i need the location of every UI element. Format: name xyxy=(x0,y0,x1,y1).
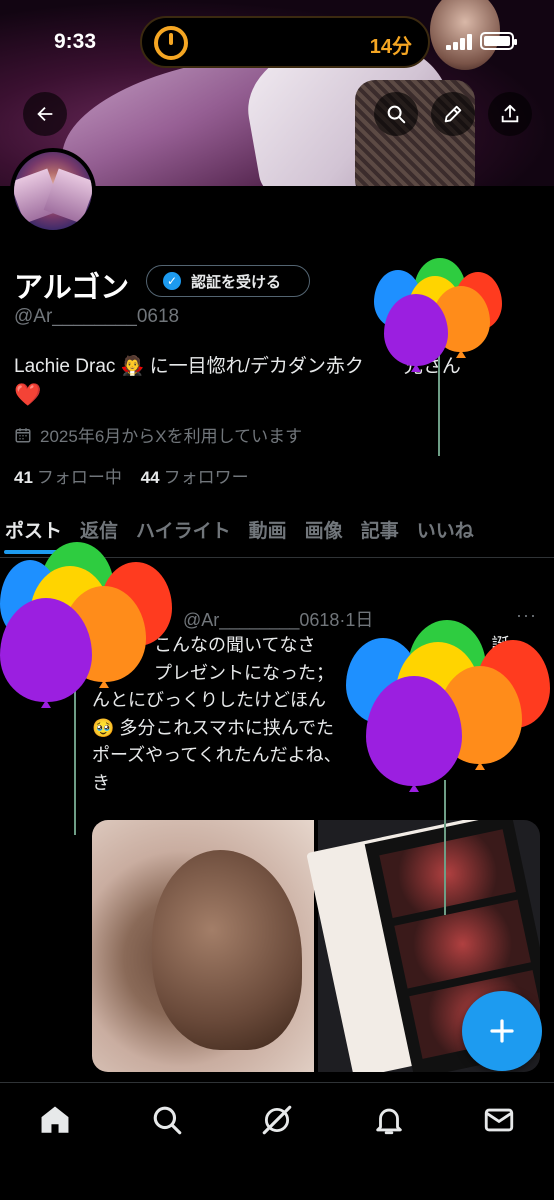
timer-icon xyxy=(154,26,188,60)
heart-emoji: ❤️ xyxy=(14,382,42,407)
join-date-text: 2025年6月からXを利用しています xyxy=(40,427,303,446)
calendar-icon xyxy=(15,427,31,442)
post-image-1[interactable] xyxy=(92,820,314,1072)
notifications-icon xyxy=(376,1108,402,1135)
battery-icon xyxy=(480,32,517,50)
profile-tabs: ポスト 返信 ハイライト 動画 画像 記事 いいね xyxy=(0,512,554,558)
tab-videos[interactable]: 動画 xyxy=(240,512,296,556)
messages-icon xyxy=(484,1108,514,1132)
tab-replies[interactable]: 返信 xyxy=(71,512,127,556)
status-time: 9:33 xyxy=(54,30,97,53)
post-text: こんなの聞いてなさ 誕 プレゼントになった； んとにびっくりしたけどほん 🥹 多分… xyxy=(92,632,532,797)
balloon xyxy=(0,560,60,640)
back-button[interactable] xyxy=(23,92,67,136)
post-line-tail: 大好 xyxy=(405,745,442,765)
post-line: ポーズやってくれたんだよね、 xyxy=(92,745,342,765)
following-link[interactable]: 41 フォロー中 xyxy=(14,468,122,487)
nav-search[interactable] xyxy=(150,1103,184,1137)
post-line: んとにびっくりしたけどほん xyxy=(92,690,326,710)
pencil-icon xyxy=(444,105,462,123)
tab-images[interactable]: 画像 xyxy=(296,512,352,556)
tab-highlights[interactable]: ハイライト xyxy=(127,512,240,556)
compose-button[interactable] xyxy=(462,991,542,1071)
edit-button[interactable] xyxy=(431,92,475,136)
followers-label: フォロワー xyxy=(163,468,249,487)
balloon xyxy=(374,270,422,328)
post-line: プレゼントになった； xyxy=(154,662,334,683)
verified-badge-icon: ✓ xyxy=(163,272,181,290)
balloon xyxy=(408,276,462,338)
get-verified-button[interactable]: ✓ 認証を受ける xyxy=(146,265,310,297)
get-verified-label: 認証を受ける xyxy=(191,273,282,291)
display-name: アルゴン xyxy=(14,272,130,304)
balloon xyxy=(0,598,92,702)
post-line-tail: 誕 xyxy=(491,635,510,655)
tab-likes[interactable]: いいね xyxy=(408,512,483,556)
search-icon xyxy=(153,1106,182,1135)
followers-link[interactable]: 44 フォロワー xyxy=(141,468,249,487)
signal-icon xyxy=(446,34,472,50)
search-icon xyxy=(387,105,406,124)
join-date: 2025年6月からXを利用しています xyxy=(14,422,302,447)
plus-icon xyxy=(490,1019,514,1043)
tab-posts[interactable]: ポスト xyxy=(0,512,71,556)
status-bar: 9:33 14分 xyxy=(0,0,554,86)
share-icon xyxy=(501,104,519,123)
following-count: 41 xyxy=(14,468,33,487)
following-label: フォロー中 xyxy=(36,468,122,487)
nav-home[interactable] xyxy=(38,1103,72,1137)
follow-stats: 41 フォロー中 44 フォロワー xyxy=(14,463,249,488)
profile-handle: @Ar________0618 xyxy=(14,306,180,327)
share-button[interactable] xyxy=(488,92,532,136)
post-line: き xyxy=(92,772,110,793)
bottom-navigation xyxy=(0,1082,554,1200)
nav-notifications[interactable] xyxy=(372,1103,406,1137)
nav-messages[interactable] xyxy=(482,1103,516,1137)
avatar[interactable] xyxy=(10,148,96,234)
post-more-button[interactable]: ··· xyxy=(516,605,537,626)
balloon-string xyxy=(74,690,76,835)
home-icon xyxy=(41,1106,69,1133)
grok-icon xyxy=(262,1105,292,1135)
bio-text: Lachie Drac 🧛 に一目惚れ/デカダン赤ク xyxy=(14,356,364,377)
balloon xyxy=(432,286,490,352)
timer-remaining: 14分 xyxy=(369,36,412,58)
search-button[interactable] xyxy=(374,92,418,136)
dynamic-island[interactable]: 14分 xyxy=(140,16,430,68)
nav-grok[interactable] xyxy=(260,1103,294,1137)
followers-count: 44 xyxy=(140,468,160,487)
bio-text-tail: 兄さん xyxy=(403,356,461,377)
balloon xyxy=(414,258,466,318)
post-meta: @Ar________0618·1日 xyxy=(183,610,374,630)
arrow-left-icon xyxy=(37,106,53,122)
tab-articles[interactable]: 記事 xyxy=(352,512,408,556)
post-line: 🥹 多分これスマホに挟んでた xyxy=(92,717,334,738)
profile-bio: Lachie Drac 🧛 に一目惚れ/デカダン赤ク 兄さん ❤️ xyxy=(14,353,534,411)
post-line: こんなの聞いてなさ xyxy=(154,635,316,655)
balloon xyxy=(454,272,502,330)
